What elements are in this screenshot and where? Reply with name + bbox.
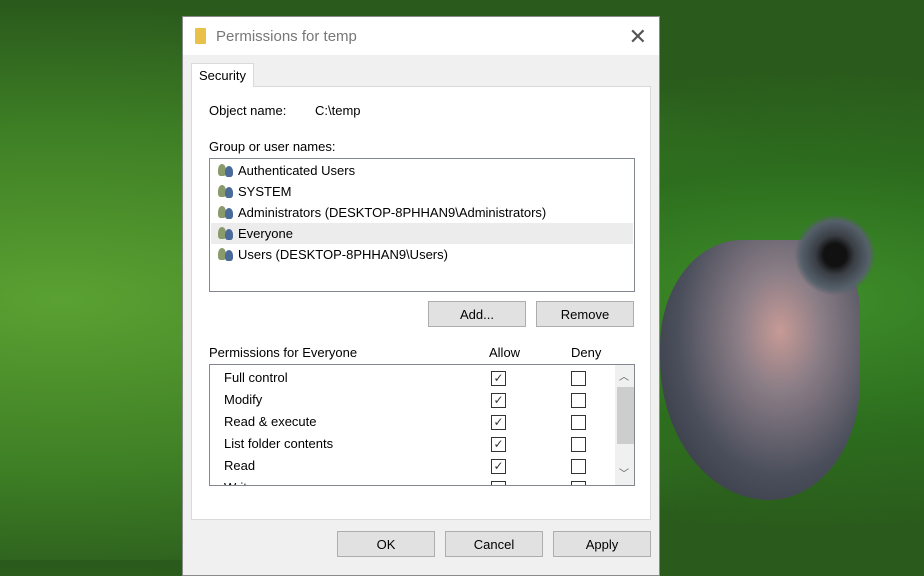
- user-name: SYSTEM: [238, 184, 292, 199]
- user-list-item[interactable]: Authenticated Users: [211, 160, 633, 181]
- allow-checkbox[interactable]: ✓: [491, 437, 506, 452]
- cancel-button[interactable]: Cancel: [445, 531, 543, 557]
- permissions-header: Permissions for Everyone: [209, 345, 358, 360]
- deny-checkbox[interactable]: [571, 481, 586, 485]
- user-list-item[interactable]: SYSTEM: [211, 181, 633, 202]
- users-group-icon: [218, 248, 234, 261]
- permission-name: List folder contents: [224, 436, 334, 451]
- user-name: Users (DESKTOP-8PHHAN9\Users): [238, 247, 448, 262]
- users-group-icon: [218, 227, 234, 240]
- allow-checkbox[interactable]: ✓: [491, 415, 506, 430]
- permission-name: Write: [224, 480, 254, 485]
- close-button[interactable]: ✕: [629, 24, 647, 50]
- allow-checkbox[interactable]: ✓: [491, 459, 506, 474]
- user-name: Everyone: [238, 226, 293, 241]
- user-list-item[interactable]: Administrators (DESKTOP-8PHHAN9\Administ…: [211, 202, 633, 223]
- permissions-dialog: Permissions for temp ✕ Security Object n…: [182, 16, 660, 576]
- permission-row: Read & execute ✓: [224, 414, 604, 436]
- permission-name: Read & execute: [224, 414, 317, 429]
- remove-button[interactable]: Remove: [536, 301, 634, 327]
- scroll-down-icon[interactable]: ﹀: [619, 465, 629, 480]
- users-group-icon: [218, 164, 234, 177]
- folder-icon: [195, 28, 206, 44]
- security-panel: Object name: C:\temp Group or user names…: [191, 86, 651, 520]
- user-list[interactable]: Authenticated Users SYSTEM Administrators …: [209, 158, 635, 292]
- scroll-up-icon[interactable]: ︿: [619, 368, 629, 383]
- permission-name: Full control: [224, 370, 288, 385]
- deny-checkbox[interactable]: [571, 415, 586, 430]
- window-title: Permissions for temp: [216, 28, 357, 45]
- permission-name: Read: [224, 458, 256, 473]
- deny-checkbox[interactable]: [571, 371, 586, 386]
- add-button[interactable]: Add...: [428, 301, 526, 327]
- deny-checkbox[interactable]: [571, 437, 586, 452]
- deny-checkbox[interactable]: [571, 459, 586, 474]
- scrollbar[interactable]: ︿ ﹀: [615, 365, 634, 485]
- deny-checkbox[interactable]: [571, 393, 586, 408]
- permission-name: Modify: [224, 392, 263, 407]
- group-names-label: Group or user names:: [209, 139, 336, 154]
- apply-button[interactable]: Apply: [553, 531, 651, 557]
- allow-checkbox[interactable]: [491, 481, 506, 485]
- user-list-item[interactable]: Everyone: [211, 223, 633, 244]
- allow-header: Allow: [489, 345, 521, 360]
- deny-header: Deny: [571, 345, 602, 360]
- object-name-label: Object name:: [209, 103, 287, 118]
- users-group-icon: [218, 185, 234, 198]
- allow-checkbox[interactable]: ✓: [491, 393, 506, 408]
- permission-row: Full control ✓: [224, 370, 604, 392]
- user-name: Authenticated Users: [238, 163, 356, 178]
- background-parrot-eye: [795, 215, 875, 295]
- scroll-thumb[interactable]: [617, 387, 634, 444]
- users-group-icon: [218, 206, 234, 219]
- permission-row: Modify ✓: [224, 392, 604, 414]
- user-name: Administrators (DESKTOP-8PHHAN9\Administ…: [238, 205, 547, 220]
- permission-row: Write: [224, 480, 604, 485]
- tab-security[interactable]: Security: [191, 63, 254, 87]
- allow-checkbox[interactable]: ✓: [491, 371, 506, 386]
- permission-row: List folder contents ✓: [224, 436, 604, 458]
- ok-button[interactable]: OK: [337, 531, 435, 557]
- permission-row: Read ✓: [224, 458, 604, 480]
- title-bar: Permissions for temp ✕: [183, 17, 659, 55]
- permissions-list: WriteRead✓List folder contents✓Read & ex…: [209, 364, 635, 486]
- object-name-value: C:\temp: [315, 103, 361, 118]
- user-list-item[interactable]: Users (DESKTOP-8PHHAN9\Users): [211, 244, 633, 265]
